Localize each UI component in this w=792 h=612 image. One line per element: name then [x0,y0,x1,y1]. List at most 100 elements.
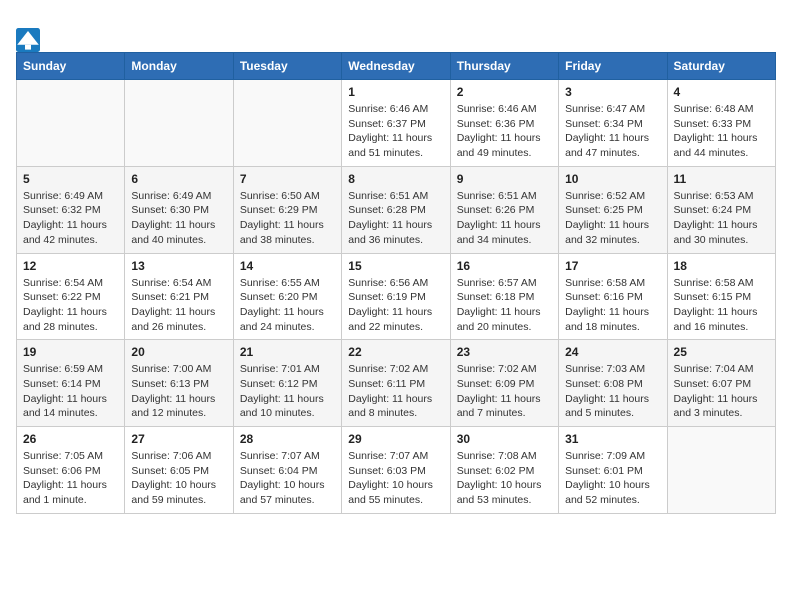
day-info: Sunrise: 7:09 AM Sunset: 6:01 PM Dayligh… [565,449,660,508]
weekday-header-friday: Friday [559,53,667,80]
day-number: 3 [565,85,660,99]
calendar-cell: 16 Sunrise: 6:57 AM Sunset: 6:18 PM Dayli… [450,253,558,340]
calendar-cell: 24Sunrise: 7:03 AM Sunset: 6:08 PM Dayli… [559,340,667,427]
day-info: Sunrise: 7:02 AM Sunset: 6:11 PM Dayligh… [348,362,443,421]
calendar-cell: 12 Sunrise: 6:54 AM Sunset: 6:22 PM Dayli… [17,253,125,340]
calendar-cell: 11 Sunrise: 6:53 AM Sunset: 6:24 PM Dayli… [667,166,775,253]
day-info: Sunrise: 6:46 AM Sunset: 6:37 PM Dayligh… [348,102,443,161]
day-number: 23 [457,345,552,359]
day-info: Sunrise: 6:54 AM Sunset: 6:22 PM Dayligh… [23,276,118,335]
calendar-cell: 25Sunrise: 7:04 AM Sunset: 6:07 PM Dayli… [667,340,775,427]
calendar-cell: 6Sunrise: 6:49 AM Sunset: 6:30 PM Daylig… [125,166,233,253]
calendar-cell: 3 Sunrise: 6:47 AM Sunset: 6:34 PM Daylig… [559,80,667,167]
day-info: Sunrise: 6:53 AM Sunset: 6:24 PM Dayligh… [674,189,769,248]
calendar-cell: 17 Sunrise: 6:58 AM Sunset: 6:16 PM Dayli… [559,253,667,340]
page-header [16,24,776,52]
day-number: 15 [348,259,443,273]
calendar-cell: 13 Sunrise: 6:54 AM Sunset: 6:21 PM Dayli… [125,253,233,340]
day-info: Sunrise: 7:00 AM Sunset: 6:13 PM Dayligh… [131,362,226,421]
day-info: Sunrise: 6:58 AM Sunset: 6:16 PM Dayligh… [565,276,660,335]
day-number: 31 [565,432,660,446]
calendar-cell: 1 Sunrise: 6:46 AM Sunset: 6:37 PM Daylig… [342,80,450,167]
calendar-cell: 18Sunrise: 6:58 AM Sunset: 6:15 PM Dayli… [667,253,775,340]
day-info: Sunrise: 6:46 AM Sunset: 6:36 PM Dayligh… [457,102,552,161]
calendar-cell: 19 Sunrise: 6:59 AM Sunset: 6:14 PM Dayli… [17,340,125,427]
day-info: Sunrise: 6:59 AM Sunset: 6:14 PM Dayligh… [23,362,118,421]
calendar-cell [17,80,125,167]
day-info: Sunrise: 6:56 AM Sunset: 6:19 PM Dayligh… [348,276,443,335]
day-info: Sunrise: 6:57 AM Sunset: 6:18 PM Dayligh… [457,276,552,335]
calendar-cell: 8 Sunrise: 6:51 AM Sunset: 6:28 PM Daylig… [342,166,450,253]
day-number: 6 [131,172,226,186]
calendar-cell: 22 Sunrise: 7:02 AM Sunset: 6:11 PM Dayli… [342,340,450,427]
day-info: Sunrise: 6:54 AM Sunset: 6:21 PM Dayligh… [131,276,226,335]
day-info: Sunrise: 7:07 AM Sunset: 6:03 PM Dayligh… [348,449,443,508]
day-number: 17 [565,259,660,273]
calendar-week-5: 26Sunrise: 7:05 AM Sunset: 6:06 PM Dayli… [17,427,776,514]
day-info: Sunrise: 7:06 AM Sunset: 6:05 PM Dayligh… [131,449,226,508]
day-info: Sunrise: 7:04 AM Sunset: 6:07 PM Dayligh… [674,362,769,421]
day-number: 18 [674,259,769,273]
day-number: 4 [674,85,769,99]
calendar-cell: 14 Sunrise: 6:55 AM Sunset: 6:20 PM Dayli… [233,253,341,340]
day-number: 11 [674,172,769,186]
day-number: 28 [240,432,335,446]
calendar-cell: 5 Sunrise: 6:49 AM Sunset: 6:32 PM Daylig… [17,166,125,253]
calendar-week-4: 19 Sunrise: 6:59 AM Sunset: 6:14 PM Dayli… [17,340,776,427]
calendar-week-2: 5 Sunrise: 6:49 AM Sunset: 6:32 PM Daylig… [17,166,776,253]
calendar-cell: 27 Sunrise: 7:06 AM Sunset: 6:05 PM Dayli… [125,427,233,514]
day-number: 30 [457,432,552,446]
day-number: 7 [240,172,335,186]
calendar-cell [125,80,233,167]
calendar-cell: 4 Sunrise: 6:48 AM Sunset: 6:33 PM Daylig… [667,80,775,167]
calendar-cell: 21Sunrise: 7:01 AM Sunset: 6:12 PM Dayli… [233,340,341,427]
weekday-header-wednesday: Wednesday [342,53,450,80]
calendar-cell: 7 Sunrise: 6:50 AM Sunset: 6:29 PM Daylig… [233,166,341,253]
weekday-header-monday: Monday [125,53,233,80]
day-number: 29 [348,432,443,446]
day-info: Sunrise: 6:47 AM Sunset: 6:34 PM Dayligh… [565,102,660,161]
day-number: 22 [348,345,443,359]
weekday-header-thursday: Thursday [450,53,558,80]
calendar-cell [667,427,775,514]
day-number: 10 [565,172,660,186]
calendar-cell: 26Sunrise: 7:05 AM Sunset: 6:06 PM Dayli… [17,427,125,514]
day-number: 14 [240,259,335,273]
calendar-cell: 10 Sunrise: 6:52 AM Sunset: 6:25 PM Dayli… [559,166,667,253]
day-number: 21 [240,345,335,359]
calendar-cell: 9Sunrise: 6:51 AM Sunset: 6:26 PM Daylig… [450,166,558,253]
day-number: 8 [348,172,443,186]
weekday-header-tuesday: Tuesday [233,53,341,80]
day-info: Sunrise: 7:03 AM Sunset: 6:08 PM Dayligh… [565,362,660,421]
calendar-header-row: SundayMondayTuesdayWednesdayThursdayFrid… [17,53,776,80]
calendar-cell: 31 Sunrise: 7:09 AM Sunset: 6:01 PM Dayli… [559,427,667,514]
calendar-cell: 23 Sunrise: 7:02 AM Sunset: 6:09 PM Dayli… [450,340,558,427]
day-info: Sunrise: 6:51 AM Sunset: 6:28 PM Dayligh… [348,189,443,248]
logo-icon [16,28,40,52]
day-info: Sunrise: 7:02 AM Sunset: 6:09 PM Dayligh… [457,362,552,421]
day-info: Sunrise: 6:50 AM Sunset: 6:29 PM Dayligh… [240,189,335,248]
calendar-cell: 20Sunrise: 7:00 AM Sunset: 6:13 PM Dayli… [125,340,233,427]
day-number: 26 [23,432,118,446]
day-info: Sunrise: 6:55 AM Sunset: 6:20 PM Dayligh… [240,276,335,335]
day-number: 9 [457,172,552,186]
day-info: Sunrise: 6:48 AM Sunset: 6:33 PM Dayligh… [674,102,769,161]
calendar-table: SundayMondayTuesdayWednesdayThursdayFrid… [16,52,776,514]
calendar-cell: 29 Sunrise: 7:07 AM Sunset: 6:03 PM Dayli… [342,427,450,514]
day-number: 19 [23,345,118,359]
day-number: 5 [23,172,118,186]
calendar-cell: 2Sunrise: 6:46 AM Sunset: 6:36 PM Daylig… [450,80,558,167]
day-number: 16 [457,259,552,273]
day-number: 1 [348,85,443,99]
weekday-header-sunday: Sunday [17,53,125,80]
calendar-cell: 30Sunrise: 7:08 AM Sunset: 6:02 PM Dayli… [450,427,558,514]
day-info: Sunrise: 6:52 AM Sunset: 6:25 PM Dayligh… [565,189,660,248]
day-info: Sunrise: 6:49 AM Sunset: 6:32 PM Dayligh… [23,189,118,248]
calendar-cell: 28 Sunrise: 7:07 AM Sunset: 6:04 PM Dayli… [233,427,341,514]
day-number: 27 [131,432,226,446]
calendar-week-3: 12 Sunrise: 6:54 AM Sunset: 6:22 PM Dayli… [17,253,776,340]
day-number: 12 [23,259,118,273]
day-info: Sunrise: 7:07 AM Sunset: 6:04 PM Dayligh… [240,449,335,508]
day-number: 13 [131,259,226,273]
weekday-header-saturday: Saturday [667,53,775,80]
